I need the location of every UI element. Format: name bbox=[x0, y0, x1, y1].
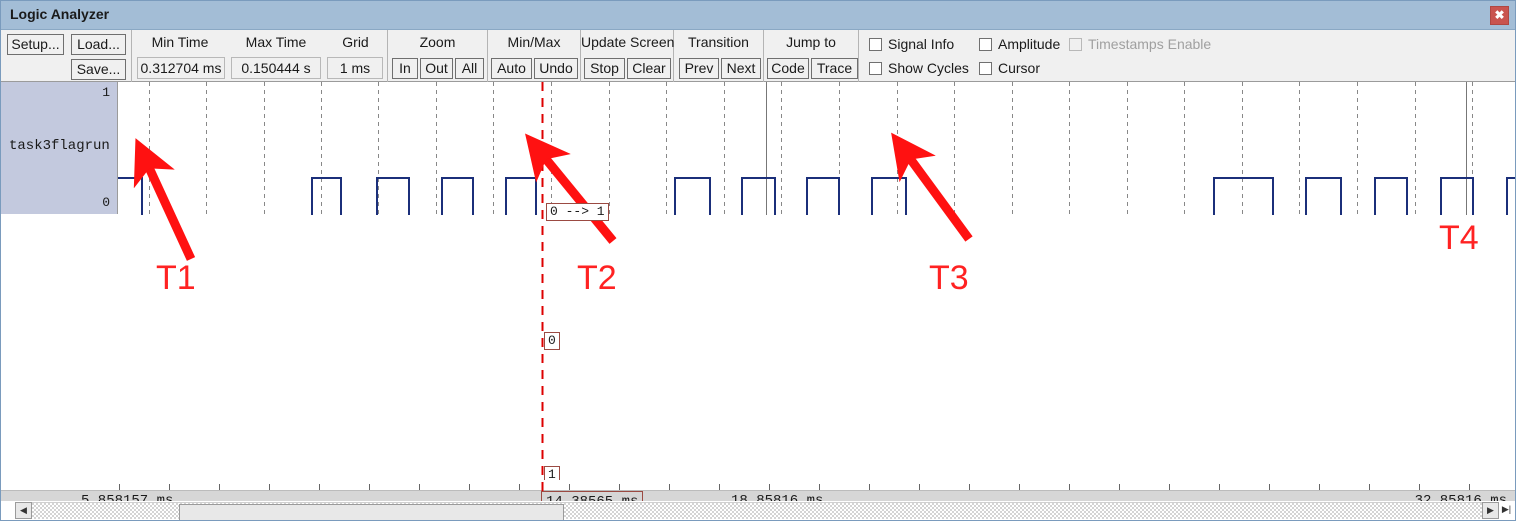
update-clear-button[interactable]: Clear bbox=[627, 58, 671, 79]
update-screen-label: Update Screen bbox=[581, 34, 675, 50]
minmax-auto-button[interactable]: Auto bbox=[491, 58, 532, 79]
checkbox-cursor[interactable]: Cursor bbox=[979, 60, 1040, 76]
cursor-tag-task2flagrun: 0 bbox=[544, 332, 560, 350]
toolbar-group-zoom: Zoom In Out All bbox=[388, 30, 488, 82]
checkbox-amplitude[interactable]: Amplitude bbox=[979, 36, 1060, 52]
checkbox-label-signal-info: Signal Info bbox=[888, 36, 955, 52]
waveform-area[interactable]: 1 task1flagrun 0 1 task2flagrun 0 1 ta bbox=[1, 82, 1515, 480]
toolbar-group-options: Signal Info Show Cycles Amplitude Cursor… bbox=[859, 30, 1515, 82]
minmax-undo-button[interactable]: Undo bbox=[534, 58, 578, 79]
level-high-task3flagrun: 1 bbox=[102, 85, 110, 100]
annotation-t1: T1 bbox=[156, 259, 196, 297]
close-icon[interactable]: ✖ bbox=[1490, 6, 1509, 25]
scroll-right-arrow-icon[interactable]: ▶ bbox=[1482, 502, 1499, 519]
load-button[interactable]: Load... bbox=[71, 34, 126, 55]
window-title: Logic Analyzer bbox=[10, 6, 110, 22]
checkbox-box-amplitude[interactable] bbox=[979, 38, 992, 51]
max-time-label: Max Time bbox=[245, 34, 307, 50]
transition-prev-button[interactable]: Prev bbox=[679, 58, 719, 79]
scroll-end-arrow-icon[interactable]: ▶| bbox=[1498, 502, 1515, 519]
signal-name-task3flagrun: task3flagrun bbox=[9, 138, 110, 154]
transition-label: Transition bbox=[688, 34, 749, 50]
annotation-t2: T2 bbox=[577, 259, 617, 297]
toolbar-group-file: Setup... Load... Save... bbox=[1, 30, 132, 82]
checkbox-box-show-cycles[interactable] bbox=[869, 62, 882, 75]
save-button[interactable]: Save... bbox=[71, 59, 126, 80]
level-low-task3flagrun: 0 bbox=[102, 195, 110, 210]
title-bar: Logic Analyzer ✖ bbox=[1, 1, 1515, 30]
scrollbar-track[interactable] bbox=[16, 502, 1483, 520]
toolbar-group-max-time: Max Time 0.150444 s bbox=[228, 30, 324, 82]
plot-task3flagrun[interactable] bbox=[118, 82, 1515, 215]
grid-field[interactable]: 1 ms bbox=[327, 57, 383, 79]
toolbar-group-transition: Transition Prev Next bbox=[674, 30, 764, 82]
grid-label: Grid bbox=[342, 34, 369, 50]
horizontal-scrollbar[interactable]: ◀ ▶ ▶| bbox=[1, 501, 1515, 520]
minmax-label: Min/Max bbox=[507, 34, 561, 50]
checkbox-box-signal-info[interactable] bbox=[869, 38, 882, 51]
jump-to-code-button[interactable]: Code bbox=[767, 58, 809, 79]
scroll-left-arrow-icon[interactable]: ◀ bbox=[15, 502, 32, 519]
checkbox-show-cycles[interactable]: Show Cycles bbox=[869, 60, 969, 76]
cursor-tag-task1flagrun: 0 --> 1 bbox=[546, 203, 609, 221]
min-time-field[interactable]: 0.312704 ms bbox=[137, 57, 225, 79]
zoom-out-button[interactable]: Out bbox=[420, 58, 453, 79]
checkbox-label-show-cycles: Show Cycles bbox=[888, 60, 969, 76]
toolbar-group-minmax: Min/Max Auto Undo bbox=[488, 30, 581, 82]
checkbox-signal-info[interactable]: Signal Info bbox=[869, 36, 954, 52]
toolbar-group-update-screen: Update Screen Stop Clear bbox=[581, 30, 674, 82]
setup-button[interactable]: Setup... bbox=[7, 34, 64, 55]
checkbox-timestamps-enable: Timestamps Enable bbox=[1069, 36, 1211, 52]
annotation-t4: T4 bbox=[1439, 219, 1479, 257]
jump-to-trace-button[interactable]: Trace bbox=[811, 58, 858, 79]
annotation-t3: T3 bbox=[929, 259, 969, 297]
signal-lane-task3flagrun: 1 task3flagrun 0 bbox=[1, 82, 1515, 215]
toolbar: Setup... Load... Save... Min Time 0.3127… bbox=[1, 30, 1515, 82]
checkbox-box-timestamps-enable bbox=[1069, 38, 1082, 51]
toolbar-group-grid: Grid 1 ms bbox=[324, 30, 388, 82]
checkbox-label-amplitude: Amplitude bbox=[998, 36, 1061, 52]
update-stop-button[interactable]: Stop bbox=[584, 58, 625, 79]
checkbox-label-timestamps-enable: Timestamps Enable bbox=[1088, 36, 1212, 52]
checkbox-box-cursor[interactable] bbox=[979, 62, 992, 75]
max-time-field[interactable]: 0.150444 s bbox=[231, 57, 321, 79]
time-ruler[interactable] bbox=[1, 480, 1515, 493]
transition-next-button[interactable]: Next bbox=[721, 58, 761, 79]
checkbox-label-cursor: Cursor bbox=[998, 60, 1041, 76]
jump-to-label: Jump to bbox=[786, 34, 836, 50]
cursor-tag-task3flagrun: 1 bbox=[544, 466, 560, 480]
toolbar-group-min-time: Min Time 0.312704 ms bbox=[132, 30, 228, 82]
logic-analyzer-window: Logic Analyzer ✖ Setup... Load... Save..… bbox=[0, 0, 1516, 521]
zoom-all-button[interactable]: All bbox=[455, 58, 484, 79]
zoom-label: Zoom bbox=[419, 34, 456, 50]
min-time-label: Min Time bbox=[151, 34, 209, 50]
scrollbar-thumb[interactable] bbox=[179, 504, 564, 520]
toolbar-group-jump-to: Jump to Code Trace bbox=[764, 30, 859, 82]
zoom-in-button[interactable]: In bbox=[392, 58, 418, 79]
signal-label-panel-task3flagrun[interactable]: 1 task3flagrun 0 bbox=[1, 82, 118, 214]
